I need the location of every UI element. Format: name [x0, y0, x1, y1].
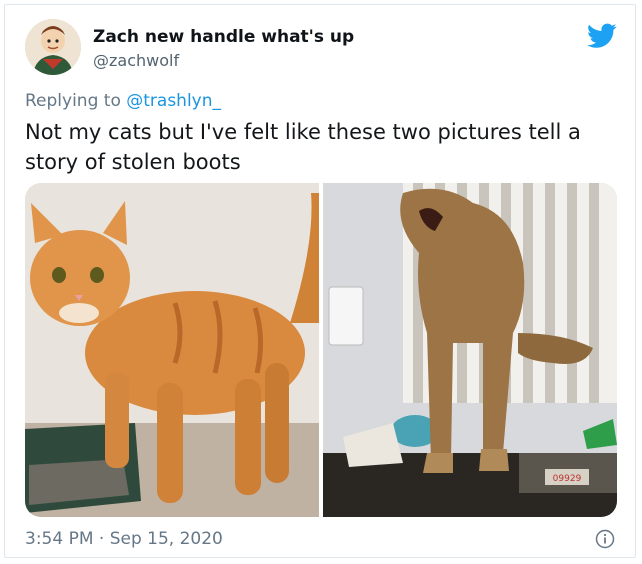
box-label-text: 09929: [553, 474, 582, 484]
tweet-timestamp[interactable]: 3:54 PM · Sep 15, 2020: [25, 529, 223, 549]
cat-photo-right: 09929: [323, 183, 617, 517]
cat-photo-left: [25, 183, 319, 517]
twitter-bird-icon[interactable]: [587, 23, 617, 49]
replying-to: Replying to @trashlyn_: [25, 91, 221, 111]
user-handle[interactable]: @zachwolf: [93, 51, 179, 70]
avatar[interactable]: [25, 19, 81, 75]
display-name[interactable]: Zach new handle what's up: [93, 27, 354, 47]
tweet-text: Not my cats but I've felt like these two…: [25, 120, 581, 174]
replying-to-label: Replying to: [25, 91, 127, 111]
photo-left[interactable]: [25, 183, 319, 517]
info-icon[interactable]: [595, 529, 615, 549]
avatar-image: [25, 19, 81, 75]
tweet-card: Zach new handle what's up @zachwolf Repl…: [4, 4, 636, 558]
photo-right[interactable]: 09929: [323, 183, 617, 517]
photo-grid: 09929: [25, 183, 617, 517]
reply-mention-link[interactable]: @trashlyn_: [126, 91, 221, 111]
